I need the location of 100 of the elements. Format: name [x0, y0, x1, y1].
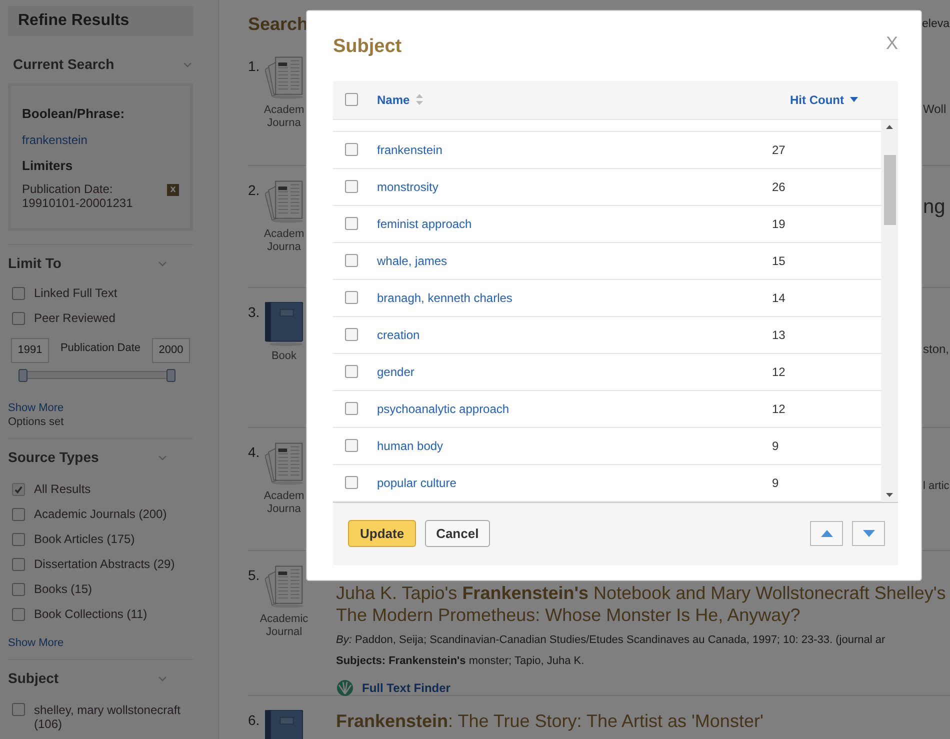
- move-up-button[interactable]: [810, 521, 843, 546]
- checkbox[interactable]: [12, 703, 25, 716]
- subject-link[interactable]: gender: [377, 362, 757, 380]
- filter-label: Books (15): [34, 582, 92, 597]
- chevron-icon[interactable]: [158, 454, 167, 460]
- journal-icon: [265, 180, 303, 224]
- slider-handle[interactable]: [166, 369, 176, 382]
- section-heading: Subject: [8, 669, 59, 688]
- scroll-up-icon[interactable]: [886, 124, 893, 128]
- result-number: 5.: [248, 566, 261, 585]
- hit-count: 14: [772, 290, 786, 306]
- checkbox[interactable]: [345, 143, 358, 156]
- checkbox[interactable]: [12, 583, 25, 596]
- checkbox[interactable]: [345, 402, 358, 415]
- filter-label: Dissertation Abstracts (29): [34, 557, 175, 572]
- journal-icon: [265, 565, 303, 609]
- hit-count: 9: [772, 438, 779, 454]
- down-arrow-icon: [862, 530, 874, 537]
- date-to-field[interactable]: 2000: [152, 338, 190, 363]
- checkbox[interactable]: [345, 365, 358, 378]
- checkbox[interactable]: [345, 180, 358, 193]
- slider-handle[interactable]: [18, 369, 28, 382]
- book-icon: [265, 302, 303, 346]
- scroll-down-icon[interactable]: [886, 492, 893, 496]
- hit-count: 15: [772, 252, 786, 270]
- subject-link[interactable]: creation: [377, 326, 757, 344]
- hit-count: 26: [772, 178, 786, 196]
- hit-count: 12: [772, 364, 786, 380]
- close-button[interactable]: X: [886, 30, 898, 57]
- result-title[interactable]: Juha K. Tapio's Frankenstein's Notebook and Mary Wollstonecraft Shelley's: [336, 582, 946, 604]
- filter-label: Peer Reviewed: [34, 311, 116, 326]
- subject-link[interactable]: popular culture: [377, 474, 757, 492]
- cancel-button[interactable]: Cancel: [425, 520, 490, 547]
- checkbox[interactable]: [345, 291, 358, 304]
- checkbox[interactable]: [12, 558, 25, 571]
- result-byline: By: Paddon, Seija; Scandinavian-Canadian Studies/Etudes Scandinaves au Canada, 1997; 10: 23-33. (journal ar: [336, 633, 886, 648]
- checkbox[interactable]: [12, 287, 25, 300]
- result-number: 6.: [248, 711, 261, 730]
- hit-count: 12: [772, 400, 786, 418]
- result-text: Woll: [923, 101, 946, 118]
- checkbox[interactable]: [345, 93, 358, 106]
- subject-link[interactable]: frankenstein: [377, 140, 757, 158]
- result-type: Book: [270, 350, 298, 363]
- move-down-button[interactable]: [852, 521, 885, 546]
- results-heading: Search: [248, 13, 310, 36]
- checkbox[interactable]: [12, 483, 25, 496]
- result-text: ng: [923, 195, 946, 220]
- result-type: Academ Journa: [262, 490, 306, 516]
- checkbox[interactable]: [12, 533, 25, 546]
- subject-link[interactable]: human body: [377, 436, 757, 454]
- result-number: 1.: [248, 57, 261, 76]
- result-number: 3.: [248, 303, 261, 322]
- checkbox[interactable]: [345, 439, 358, 452]
- sidebar-title: Refine Results: [18, 11, 130, 31]
- result-title[interactable]: The Modern Prometheus: Whose Monster Is He, Anyway?: [336, 604, 946, 626]
- journal-icon: [265, 442, 303, 486]
- fan-icon: [336, 679, 354, 697]
- show-more-link[interactable]: Show More: [8, 401, 64, 415]
- remove-button[interactable]: x: [167, 184, 179, 196]
- hit-count: 19: [772, 216, 786, 232]
- section-heading: Current Search: [13, 55, 114, 74]
- filter-label: Book Collections (11): [34, 607, 148, 622]
- result-text: ston,: [923, 341, 950, 358]
- subject-link[interactable]: whale, james: [377, 252, 757, 270]
- section-heading: Source Types: [8, 448, 99, 467]
- chevron-icon[interactable]: [158, 260, 167, 266]
- date-from-field[interactable]: 1991: [11, 338, 49, 363]
- checkbox[interactable]: [12, 312, 25, 325]
- result-text: l artic: [923, 479, 950, 494]
- scrollbar-thumb[interactable]: [884, 154, 896, 224]
- show-more-link[interactable]: Show More: [8, 636, 64, 650]
- checkbox[interactable]: [345, 217, 358, 230]
- hit-count: 13: [772, 326, 786, 344]
- sort-text: eleva: [922, 16, 950, 32]
- checkbox[interactable]: [345, 254, 358, 267]
- subject-link[interactable]: branagh, kenneth charles: [377, 288, 757, 306]
- subject-link[interactable]: feminist approach: [377, 214, 757, 232]
- filter-label: Book Articles (175): [34, 532, 135, 547]
- result-title[interactable]: Frankenstein: The True Story: The Artist as 'Monster': [336, 710, 764, 732]
- full-text-finder-link[interactable]: Full Text Finder: [336, 679, 450, 697]
- subject-link[interactable]: psychoanalytic approach: [377, 400, 757, 418]
- update-button[interactable]: Update: [348, 520, 416, 547]
- limiters-label: Limiters: [22, 156, 74, 174]
- chevron-icon[interactable]: [158, 676, 167, 682]
- checkbox[interactable]: [12, 508, 25, 521]
- query-link[interactable]: frankenstein: [22, 130, 179, 148]
- hit-count: 27: [772, 142, 786, 158]
- result-type: Academ Journa: [262, 228, 306, 254]
- date-label: Publication Date: [60, 341, 141, 356]
- subject-link[interactable]: monstrosity: [377, 178, 757, 196]
- limiter-text: Publication Date: 19910101-20001231: [22, 182, 134, 210]
- up-arrow-icon: [820, 530, 832, 537]
- chevron-icon[interactable]: [183, 62, 192, 68]
- journal-icon: [265, 56, 303, 100]
- checkbox[interactable]: [345, 328, 358, 341]
- column-header[interactable]: Hit Count: [790, 90, 858, 108]
- column-header[interactable]: Name: [377, 90, 423, 108]
- checkbox[interactable]: [345, 476, 358, 489]
- checkbox[interactable]: [12, 608, 25, 621]
- scrollbar[interactable]: [881, 120, 898, 502]
